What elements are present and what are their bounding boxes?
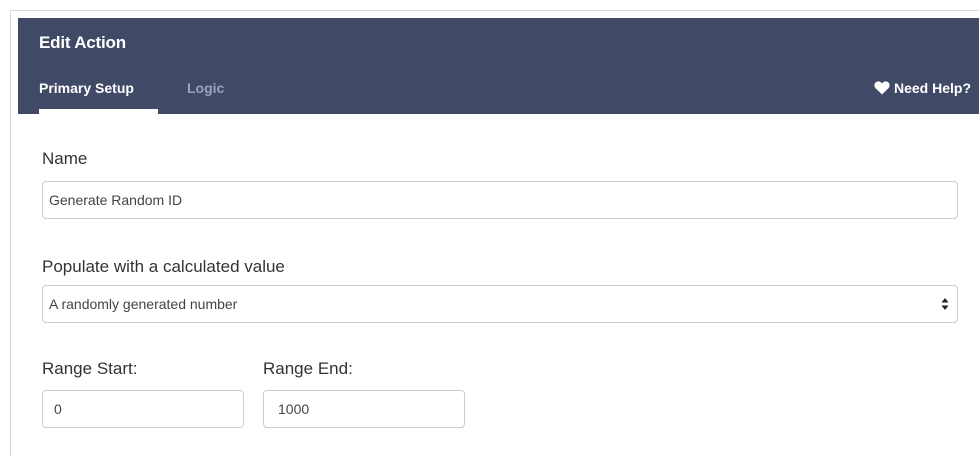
populate-label: Populate with a calculated value bbox=[42, 257, 285, 276]
range-start-label: Range Start: bbox=[42, 359, 138, 378]
header-bar: Edit Action Primary Setup Logic Need Hel… bbox=[18, 18, 979, 114]
tab-primary-setup[interactable]: Primary Setup bbox=[39, 80, 134, 96]
name-label: Name bbox=[42, 149, 88, 168]
range-end-label: Range End: bbox=[263, 359, 353, 378]
name-field[interactable] bbox=[42, 181, 958, 219]
select-arrows-icon bbox=[941, 298, 949, 310]
header-title: Edit Action bbox=[39, 33, 126, 52]
active-tab-indicator bbox=[39, 109, 158, 114]
populate-select[interactable]: A randomly generated number bbox=[42, 285, 958, 323]
populate-selected-value: A randomly generated number bbox=[49, 296, 238, 312]
tab-logic[interactable]: Logic bbox=[187, 80, 224, 96]
need-help-label: Need Help? bbox=[893, 80, 971, 96]
range-end-field[interactable] bbox=[263, 390, 465, 428]
range-start-field[interactable] bbox=[42, 390, 244, 428]
heart-icon bbox=[874, 81, 890, 95]
need-help-link[interactable]: Need Help? bbox=[874, 80, 971, 96]
